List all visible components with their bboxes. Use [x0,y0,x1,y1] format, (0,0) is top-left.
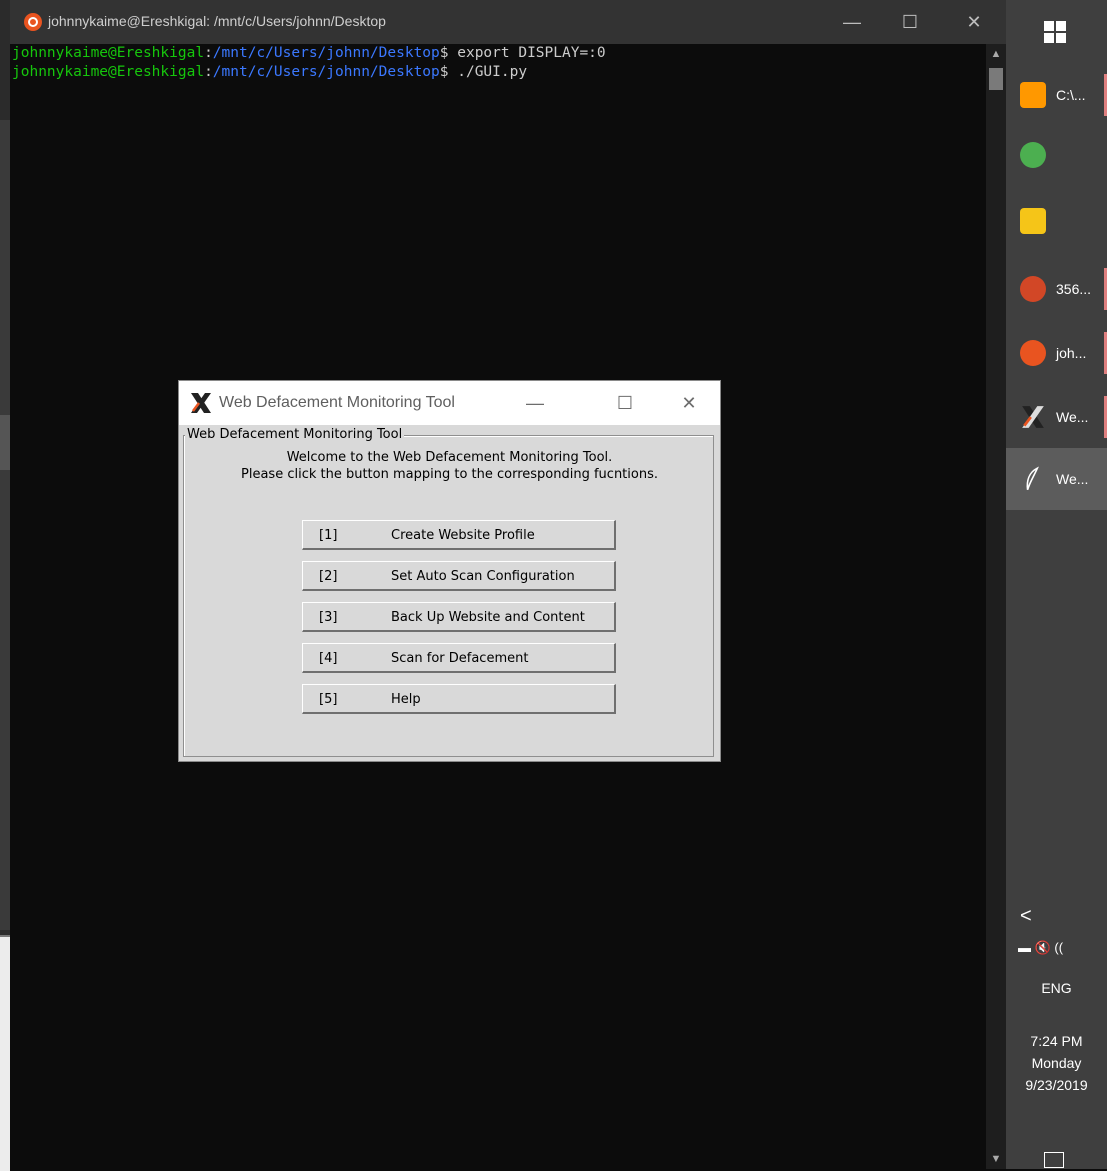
button-label: Scan for Defacement [391,651,529,666]
ubuntu-icon [1020,340,1046,366]
start-button[interactable] [1006,0,1107,62]
taskbar-item-label: We... [1056,409,1089,425]
button-label: Back Up Website and Content [391,610,585,625]
scrollbar-thumb[interactable] [989,68,1003,90]
dialog-titlebar[interactable]: Web Defacement Monitoring Tool — ☐ ✕ [179,381,720,425]
taskbar-item-label: joh... [1056,345,1087,361]
taskbar-item-label: 356... [1056,281,1092,297]
scroll-down-arrow-icon[interactable]: ▼ [986,1149,1006,1169]
minimize-button[interactable]: — [832,8,872,36]
terminal-scrollbar[interactable]: ▲ ▼ [986,44,1006,1169]
background-window-strip [0,0,10,1171]
terminal-line: johnnykaime@Ereshkigal:/mnt/c/Users/john… [12,44,982,63]
notification-icon[interactable] [1044,1152,1064,1168]
button-number: [5] [319,692,338,707]
welcome-line: Welcome to the Web Defacement Monitoring… [286,450,613,465]
background-window-edge [0,415,10,470]
background-window-edge [0,935,10,1171]
taskbar-item-sublime[interactable]: C:\... [1006,64,1107,126]
minimize-button[interactable]: — [517,389,553,417]
sublime-text-icon [1020,82,1046,108]
button-label: Set Auto Scan Configuration [391,569,575,584]
powerpoint-icon [1020,276,1046,302]
button-number: [2] [319,569,338,584]
maximize-button[interactable]: ☐ [607,389,643,417]
prompt-path: /mnt/c/Users/johnn/Desktop [212,45,440,61]
taskbar-item-tk-app[interactable]: We... [1006,448,1107,510]
chevron-left-icon[interactable]: < [1020,905,1032,928]
clock[interactable]: 7:24 PM Monday 9/23/2019 [1006,1030,1107,1096]
labelframe-title: Web Defacement Monitoring Tool [185,427,405,442]
instruction-line: Please click the button mapping to the c… [241,467,658,482]
close-button[interactable]: ✕ [671,389,707,417]
x-window-system-icon [191,393,211,413]
maximize-button[interactable]: ☐ [890,8,930,36]
system-tray-icons[interactable]: ▬ 🔇 (( [1018,940,1063,956]
button-number: [3] [319,610,338,625]
prompt-separator: : [204,64,213,80]
create-website-profile-button[interactable]: [1] Create Website Profile [302,520,616,550]
button-number: [1] [319,528,338,543]
clock-date: 9/23/2019 [1025,1077,1088,1093]
feather-icon [1026,466,1039,491]
taskbar-item-kmplayer[interactable] [1006,190,1107,252]
welcome-text: Welcome to the Web Defacement Monitoring… [179,449,720,483]
terminal-titlebar[interactable]: johnnykaime@Ereshkigal: /mnt/c/Users/joh… [10,0,1006,44]
taskbar-item-label: We... [1056,471,1089,487]
set-auto-scan-configuration-button[interactable]: [2] Set Auto Scan Configuration [302,561,616,591]
command-text: $ export DISPLAY=:0 [439,45,606,61]
clock-time: 7:24 PM [1030,1033,1083,1049]
taskbar-item-xming[interactable]: We... [1006,386,1107,448]
dialog-title: Web Defacement Monitoring Tool [219,394,455,411]
scan-for-defacement-button[interactable]: [4] Scan for Defacement [302,643,616,673]
prompt-user: johnnykaime@Ereshkigal [12,64,205,80]
terminal-line: johnnykaime@Ereshkigal:/mnt/c/Users/john… [12,63,982,82]
taskbar-item-ubuntu[interactable]: joh... [1006,322,1107,384]
button-number: [4] [319,651,338,666]
background-window-edge [0,120,10,930]
close-button[interactable]: ✕ [954,8,994,36]
ubuntu-icon [24,13,42,31]
xming-icon [1022,406,1044,428]
terminal-title: johnnykaime@Ereshkigal: /mnt/c/Users/joh… [48,13,386,29]
help-button[interactable]: [5] Help [302,684,616,714]
button-label: Help [391,692,421,707]
clock-day: Monday [1031,1055,1082,1071]
prompt-separator: : [204,45,213,61]
web-defacement-dialog[interactable]: Web Defacement Monitoring Tool — ☐ ✕ Web… [178,380,721,762]
windows-icon [1044,21,1066,43]
taskbar[interactable]: C:\... 356... joh... We... We... < ▬ 🔇 (… [1006,0,1107,1169]
prompt-path: /mnt/c/Users/johnn/Desktop [212,64,440,80]
taskbar-item-chrome[interactable] [1006,124,1107,186]
command-text: $ ./GUI.py [439,64,528,80]
chrome-icon [1020,142,1046,168]
kmplayer-icon [1020,208,1046,234]
scroll-up-arrow-icon[interactable]: ▲ [986,44,1006,64]
taskbar-item-label: C:\... [1056,87,1086,103]
taskbar-item-powerpoint[interactable]: 356... [1006,258,1107,320]
back-up-website-button[interactable]: [3] Back Up Website and Content [302,602,616,632]
language-indicator[interactable]: ENG [1006,980,1107,996]
prompt-user: johnnykaime@Ereshkigal [12,45,205,61]
button-label: Create Website Profile [391,528,535,543]
